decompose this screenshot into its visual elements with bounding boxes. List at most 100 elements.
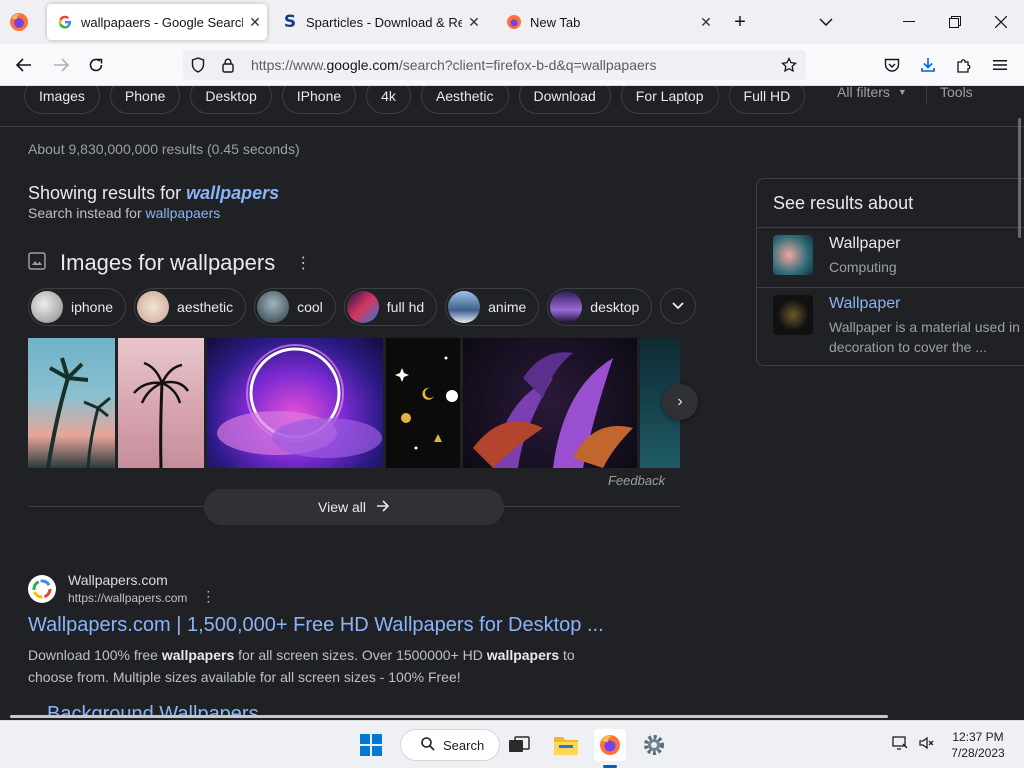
search-label: Search <box>443 737 485 753</box>
entity-item[interactable]: Wallpaper Computing <box>773 235 900 277</box>
filter-chip[interactable]: Download <box>518 86 611 114</box>
filter-chip-row: Images Phone Desktop IPhone 4k Aesthetic… <box>24 86 806 118</box>
filter-chip[interactable]: Images <box>24 86 100 114</box>
settings-gear-icon[interactable] <box>638 729 670 761</box>
entity-thumbnail <box>773 295 813 335</box>
lock-icon[interactable] <box>219 56 237 74</box>
related-chip[interactable]: cool <box>254 288 336 326</box>
filter-chip[interactable]: Phone <box>109 86 181 114</box>
filter-chip[interactable]: Aesthetic <box>420 86 509 114</box>
result-options-icon[interactable]: ⋮ <box>201 588 215 605</box>
chip-label: desktop <box>590 299 640 315</box>
taskbar-search-box[interactable]: Search <box>400 729 500 761</box>
reload-icon[interactable] <box>83 52 109 78</box>
restore-icon[interactable] <box>943 10 967 34</box>
search-instead: Search instead for wallpapaers <box>28 205 220 221</box>
minimize-icon[interactable] <box>897 10 921 34</box>
snippet-keyword: wallpapers <box>486 647 560 663</box>
images-section-header: Images for wallpapers ⋮ <box>28 250 311 276</box>
image-thumbnail[interactable] <box>463 338 637 468</box>
view-all-label: View all <box>318 499 366 515</box>
panel-title: See results about <box>773 193 914 213</box>
clock-date: 7/28/2023 <box>951 746 1005 760</box>
arrow-right-icon <box>376 499 390 515</box>
downloads-icon[interactable] <box>915 52 941 78</box>
hamburger-menu-icon[interactable] <box>987 52 1013 78</box>
caret-down-icon: ▼ <box>897 87 907 97</box>
see-results-about-panel: See results about Wallpaper Computing Wa… <box>756 178 1024 366</box>
close-tab-icon[interactable]: ✕ <box>694 10 718 34</box>
firefox-menu-icon[interactable] <box>8 11 30 33</box>
tab-sparticles[interactable]: S Sparticles - Download & Review ✕ <box>272 4 486 40</box>
filter-chip[interactable]: 4k <box>366 86 411 114</box>
extensions-puzzle-icon[interactable] <box>951 52 977 78</box>
image-thumbnail[interactable] <box>386 338 460 468</box>
list-tabs-chevron-icon[interactable] <box>814 10 838 34</box>
firefox-taskbar-icon[interactable] <box>594 729 626 761</box>
close-tab-icon[interactable]: ✕ <box>462 10 486 34</box>
related-chip[interactable]: iphone <box>28 288 127 326</box>
original-query-link[interactable]: wallpapaers <box>146 205 221 221</box>
url-text[interactable]: https://www.google.com/search?client=fir… <box>251 57 656 73</box>
tools-button[interactable]: Tools <box>940 86 973 100</box>
filter-chip[interactable]: Desktop <box>190 86 272 114</box>
bookmark-star-icon[interactable] <box>780 56 798 74</box>
windows-start-icon[interactable] <box>355 729 387 761</box>
filter-chip[interactable]: IPhone <box>281 86 357 114</box>
image-thumbnail[interactable] <box>118 338 204 468</box>
image-results-row <box>28 338 680 468</box>
url-prefix: https://www. <box>251 57 327 73</box>
chip-label: aesthetic <box>177 299 234 315</box>
all-filters-button[interactable]: All filters ▼ <box>837 86 907 100</box>
filter-chip[interactable]: For Laptop <box>620 86 719 114</box>
tab-title: Sparticles - Download & Review <box>306 14 462 30</box>
next-images-chevron-icon[interactable]: › <box>662 384 698 420</box>
more-options-icon[interactable]: ⋮ <box>295 253 311 273</box>
horizontal-scrollbar[interactable] <box>10 715 888 718</box>
expand-chips-chevron-icon[interactable] <box>660 288 697 324</box>
taskbar: Search 12:37 PM 7/28/2023 <box>0 720 1024 768</box>
view-all-button[interactable]: View all <box>204 489 504 525</box>
file-explorer-icon[interactable] <box>550 729 582 761</box>
tab-new-tab[interactable]: New Tab ✕ <box>496 4 718 40</box>
volume-muted-icon[interactable] <box>918 735 934 754</box>
system-clock[interactable]: 12:37 PM 7/28/2023 <box>946 729 1010 761</box>
filter-chip[interactable]: Full HD <box>728 86 806 114</box>
pocket-icon[interactable] <box>879 52 905 78</box>
sparticles-favicon-icon: S <box>283 12 297 32</box>
snippet-keyword: wallpapers <box>161 647 235 663</box>
network-icon[interactable] <box>892 735 908 754</box>
feedback-link[interactable]: Feedback <box>608 473 665 488</box>
related-chip[interactable]: anime <box>445 288 540 326</box>
task-view-icon[interactable] <box>503 729 535 761</box>
images-section-title: Images for wallpapers <box>60 250 276 275</box>
result-title-link[interactable]: Wallpapers.com | 1,500,000+ Free HD Wall… <box>28 614 604 637</box>
related-chip[interactable]: desktop <box>547 288 653 326</box>
tracking-protection-shield-icon[interactable] <box>189 56 207 74</box>
related-chip[interactable]: full hd <box>343 288 438 326</box>
image-thumbnail[interactable] <box>28 338 115 468</box>
new-tab-plus-icon[interactable]: + <box>728 10 752 34</box>
forward-arrow-icon[interactable] <box>48 52 74 78</box>
close-tab-icon[interactable]: ✕ <box>243 10 267 34</box>
result-source[interactable]: Wallpapers.com https://wallpapers.com ⋮ <box>28 572 215 605</box>
firefox-favicon-icon <box>506 14 522 30</box>
search-results-page: Images Phone Desktop IPhone 4k Aesthetic… <box>0 86 1024 718</box>
divider <box>757 227 1024 228</box>
vertical-scrollbar[interactable] <box>1018 118 1021 238</box>
close-window-icon[interactable] <box>989 10 1013 34</box>
divider <box>926 86 927 104</box>
related-chip[interactable]: aesthetic <box>134 288 247 326</box>
corrected-query-link[interactable]: wallpapers <box>186 183 279 203</box>
tab-title: wallpapaers - Google Search <box>81 14 243 30</box>
chip-thumbnail <box>137 291 170 323</box>
address-bar[interactable]: https://www.google.com/search?client=fir… <box>183 50 806 80</box>
tab-google-search[interactable]: wallpapaers - Google Search ✕ <box>47 4 267 40</box>
image-thumbnail[interactable] <box>207 338 383 468</box>
entity-item[interactable]: Wallpaper Wallpaper is a material used i… <box>773 295 1020 357</box>
url-path: /search?client=firefox-b-d&q=wallpapaers <box>398 57 657 73</box>
chip-thumbnail <box>31 291 63 323</box>
chip-thumbnail <box>448 291 481 323</box>
back-arrow-icon[interactable] <box>11 52 37 78</box>
entity-subtitle: Computing <box>829 259 897 275</box>
